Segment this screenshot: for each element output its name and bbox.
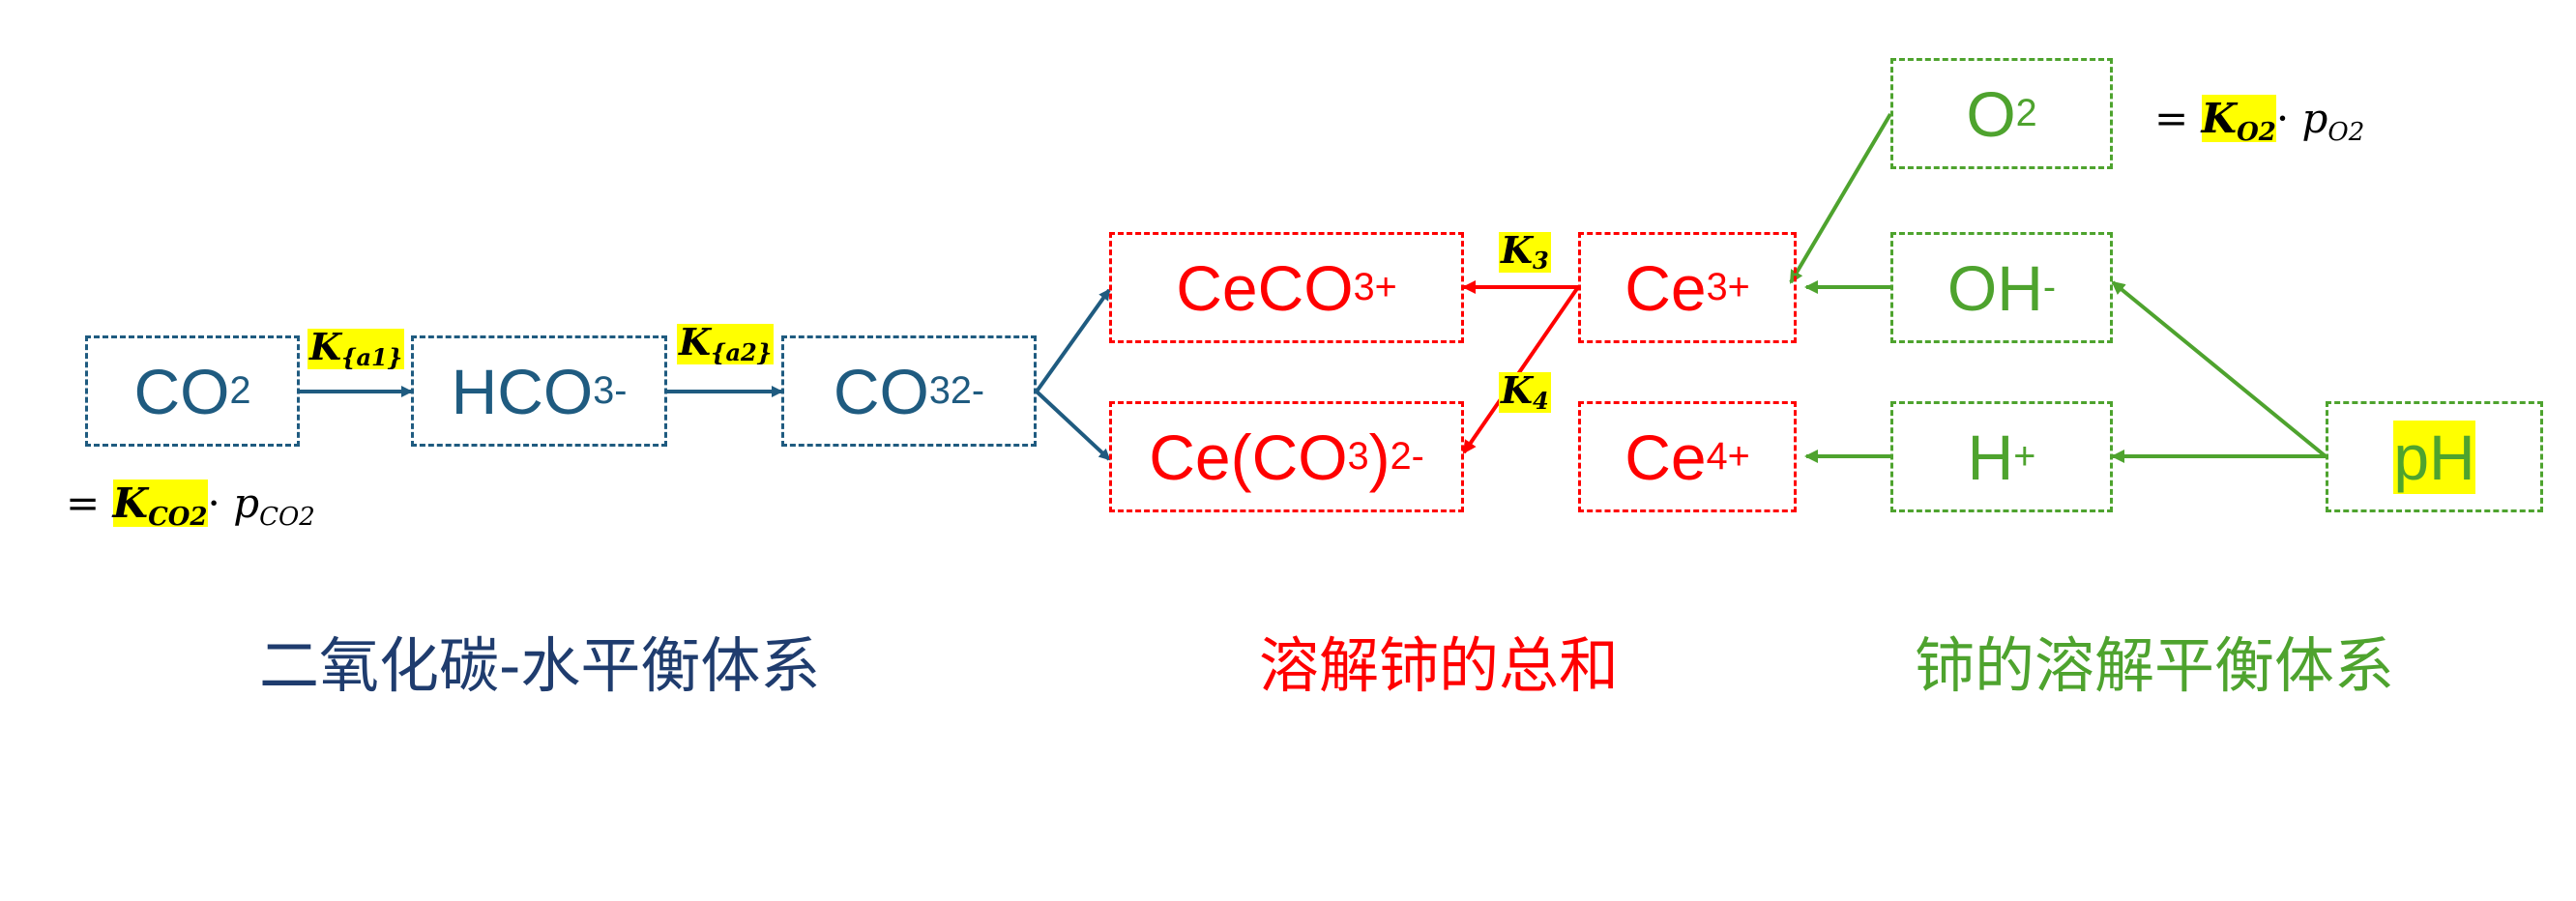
node-co3: CO 3 2- [781, 335, 1037, 447]
node-o2-sub: 2 [2015, 92, 2037, 134]
node-ce3-sup: 3+ [1706, 266, 1750, 308]
node-ceco3-sub: 3 [1353, 266, 1375, 308]
node-ce4-label: Ce [1625, 421, 1707, 493]
equation-co2-equals: = [66, 480, 113, 527]
node-h-label: H [1967, 421, 2014, 493]
label-k3: K3 [1499, 232, 1551, 273]
node-ceco3-2-sub2: 2 [1390, 435, 1412, 478]
label-ka2: K{a2} [677, 324, 775, 366]
label-ka1-sub: {a1} [341, 343, 403, 371]
equation-co2-p: p [233, 480, 260, 527]
node-hco3-label: HCO [451, 355, 594, 427]
equation-co2-k-letter: K [112, 480, 149, 527]
equation-o2-p-sub: O2 [2327, 117, 2365, 147]
node-ceco3-2-sup: - [1411, 435, 1424, 478]
equation-co2-p-sub: CO2 [259, 502, 315, 532]
label-k4-k: K [1501, 368, 1534, 412]
node-ce4-sup: 4+ [1706, 435, 1750, 478]
label-k3-sub: 3 [1533, 247, 1549, 275]
arrow-co3-to-ceco3-2 [1035, 390, 1111, 461]
node-hco3-sup: - [614, 369, 628, 412]
node-ce3: Ce 3+ [1578, 232, 1797, 343]
node-ceco3-2-paren: ) [1368, 421, 1390, 493]
caption-cerium-dissolution-system: 铈的溶解平衡体系 [1915, 630, 2395, 701]
node-ceco3-2-label: Ce(CO [1149, 421, 1348, 493]
label-k4-sub: 4 [1533, 387, 1549, 415]
node-ceco3-label: CeCO [1176, 251, 1354, 324]
node-ceco3-sup: + [1374, 266, 1397, 308]
label-ka2-sub: {a2} [711, 338, 773, 366]
caption-co2-water-system: 二氧化碳-水平衡体系 [259, 630, 821, 701]
equation-o2-k-sub: O2 [2237, 117, 2276, 147]
label-k4: K4 [1499, 372, 1551, 413]
equation-o2-p: p [2301, 95, 2328, 142]
node-ceco3-2-sub: 3 [1347, 435, 1369, 478]
label-ka1: K{a1} [307, 329, 405, 371]
reaction-diagram: CO 2 HCO 3- CO 3 2- CeCO 3 + Ce(CO 3) 2- Ce 3+ Ce… [0, 0, 2576, 901]
node-h: H + [1890, 401, 2113, 512]
node-co3-sub: 3 [928, 369, 951, 412]
node-co2-sub: 2 [229, 369, 251, 412]
node-o2: O2 [1890, 58, 2113, 169]
node-co2-label: CO [133, 355, 230, 427]
node-o2-label: O [1966, 77, 2016, 150]
node-hco3: HCO 3- [411, 335, 667, 447]
arrow-ph-to-oh [2111, 280, 2327, 458]
node-oh: OH - [1890, 232, 2113, 343]
label-ka2-k: K [679, 320, 712, 363]
node-ce4: Ce 4+ [1578, 401, 1797, 512]
node-hco3-sub: 3 [593, 369, 615, 412]
equation-o2-dot: · [2275, 95, 2302, 142]
node-co2: CO 2 [85, 335, 300, 447]
equation-co2-dot: · [207, 480, 234, 527]
equation-co2-k: KCO2 [112, 480, 208, 532]
equation-o2-equals: = [2154, 95, 2202, 142]
equation-o2: = KO2· pO2 [2154, 95, 2364, 147]
equation-co2-k-sub: CO2 [148, 502, 208, 532]
node-ceco3-2: Ce(CO 3) 2- [1109, 401, 1464, 512]
equation-co2: = KCO2· pCO2 [66, 480, 315, 532]
node-ph: pH [2326, 401, 2543, 512]
arrow-o2-to-ce3 [1789, 112, 1892, 284]
node-h-sup: + [2013, 435, 2036, 478]
arrow-co3-to-ceco3 [1035, 288, 1111, 393]
node-ph-label: pH [2393, 420, 2475, 494]
equation-o2-k: KO2 [2201, 95, 2276, 147]
node-ceco3: CeCO 3 + [1109, 232, 1464, 343]
equation-o2-k-letter: K [2201, 95, 2238, 142]
node-ce3-label: Ce [1625, 251, 1707, 324]
node-co3-label: CO [833, 355, 929, 427]
node-oh-sup: - [2042, 266, 2057, 308]
node-co3-sup: 2- [950, 369, 985, 412]
node-oh-label: OH [1947, 251, 2043, 324]
caption-total-dissolved-cerium: 溶解铈的总和 [1259, 630, 1620, 701]
label-ka1-k: K [309, 325, 342, 368]
label-k3-k: K [1501, 228, 1534, 272]
